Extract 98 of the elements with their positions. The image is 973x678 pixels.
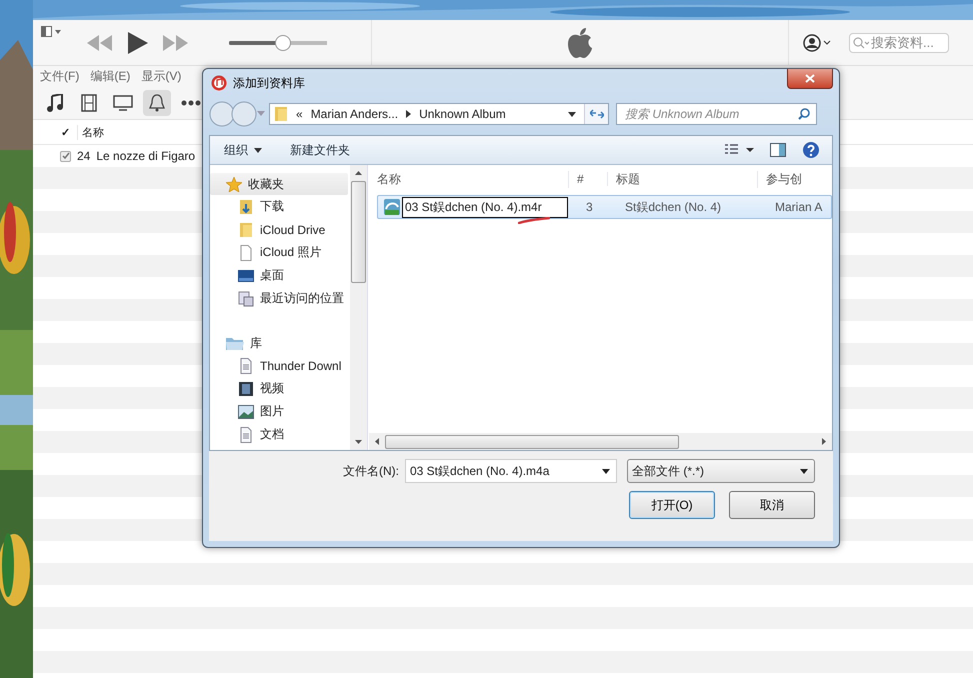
track-number: 3 xyxy=(585,200,594,214)
itunes-logo-icon xyxy=(211,75,227,91)
apple-logo-icon xyxy=(567,28,593,58)
nav-item-label: iCloud 照片 xyxy=(260,244,322,261)
search-field[interactable]: 搜索 Unknown Album xyxy=(616,103,817,125)
caret-icon xyxy=(254,148,262,152)
refresh-button[interactable] xyxy=(584,104,608,124)
nav-item-label: 下载 xyxy=(260,198,284,215)
nav-item[interactable]: 最近访问的位置 xyxy=(210,287,350,310)
file-name-field[interactable]: 03 St鋘dchen (No. 4).m4a xyxy=(405,459,617,483)
toolbar-button[interactable]: 组织 xyxy=(218,140,268,160)
vertical-scrollbar[interactable] xyxy=(350,165,367,450)
column-header[interactable]: 参与创 xyxy=(758,170,804,188)
file-type-dropdown[interactable]: 全部文件 (*.*) xyxy=(627,459,815,483)
nav-item[interactable]: 文档 xyxy=(210,423,350,446)
column-header[interactable]: ✓ xyxy=(61,126,73,138)
nav-item-label: iCloud Drive xyxy=(260,222,326,236)
open-button[interactable]: 打开(O) xyxy=(629,491,715,519)
account-icon[interactable] xyxy=(803,34,831,52)
horizontal-scrollbar[interactable] xyxy=(369,433,832,450)
nav-item-label: 文档 xyxy=(260,426,284,443)
scroll-down-arrow-icon[interactable] xyxy=(355,440,362,444)
file-name-label: 文件名(N): xyxy=(343,462,399,480)
search-icon xyxy=(853,36,869,48)
menu-item[interactable]: 显示(V) xyxy=(141,68,182,85)
dropdown-arrow-icon xyxy=(602,468,610,474)
nav-item[interactable]: 视频 xyxy=(210,377,350,400)
close-button[interactable] xyxy=(787,69,833,89)
breadcrumb-item[interactable]: Marian Anders... xyxy=(310,107,398,121)
column-header[interactable]: # xyxy=(569,172,608,186)
underline-mark xyxy=(518,217,550,224)
menu-item[interactable]: 文件(F) xyxy=(40,68,80,85)
document-icon xyxy=(238,426,254,442)
nav-group[interactable]: 收藏夹 xyxy=(210,173,348,195)
artist-name: Marian A xyxy=(774,200,824,214)
star-icon xyxy=(226,176,242,192)
nav-item[interactable]: Thunder Downl xyxy=(210,354,350,377)
nav-item-label: 最近访问的位置 xyxy=(260,290,344,307)
nav-item-label: Thunder Downl xyxy=(260,358,342,372)
nav-item[interactable]: 桌面 xyxy=(210,264,350,287)
track-number: 24 xyxy=(77,149,90,163)
nav-group-label: 库 xyxy=(250,334,262,352)
preview-pane-icon[interactable] xyxy=(770,143,786,157)
view-options-icon[interactable] xyxy=(724,144,754,156)
nav-item[interactable]: iCloud 照片 xyxy=(210,241,350,264)
play-icon[interactable] xyxy=(127,32,149,54)
chevron-right-icon xyxy=(406,110,412,118)
song-title: Le nozze di Figaro xyxy=(96,149,196,163)
nav-item[interactable]: 下载 xyxy=(210,195,350,218)
film-strip-icon xyxy=(238,380,254,396)
desktop-icon xyxy=(238,268,254,282)
media-tab[interactable] xyxy=(143,90,171,116)
dropdown-arrow-icon[interactable] xyxy=(568,112,576,116)
toolbar-button[interactable]: 新建文件夹 xyxy=(284,140,356,160)
nav-item-label: 视频 xyxy=(260,380,284,397)
search-field[interactable]: 搜索资料... xyxy=(849,32,949,52)
checkbox[interactable] xyxy=(60,150,71,162)
audio-file-icon xyxy=(384,199,400,215)
folder-icon xyxy=(226,336,244,350)
tv-icon xyxy=(113,95,133,111)
file-row[interactable]: 03 St鋘dchen (No. 4).m4r 3 St鋘dchen (No. 4) Marian A xyxy=(377,195,832,219)
refresh-icon xyxy=(590,108,604,120)
nav-item-label: 图片 xyxy=(260,403,284,420)
nav-group[interactable]: 库 xyxy=(210,332,348,354)
folder-icon xyxy=(274,106,288,122)
music-note-icon xyxy=(47,94,63,112)
bell-icon xyxy=(148,94,166,112)
scroll-up-arrow-icon[interactable] xyxy=(355,171,362,175)
close-icon xyxy=(805,74,815,83)
cancel-button[interactable]: 取消 xyxy=(729,491,815,519)
help-icon[interactable] xyxy=(802,141,820,159)
nav-group-label: 收藏夹 xyxy=(248,176,284,192)
film-icon xyxy=(81,94,97,112)
breadcrumb-item[interactable]: Unknown Album xyxy=(419,107,506,121)
dropdown-arrow-icon xyxy=(800,468,808,474)
document-icon xyxy=(238,358,254,374)
menu-item[interactable]: 编辑(E) xyxy=(90,68,130,85)
recent-places-icon xyxy=(238,290,254,306)
folder-icon xyxy=(238,222,254,238)
song-title: St鋘dchen (No. 4) xyxy=(624,198,722,216)
nav-item-label: 桌面 xyxy=(260,267,284,284)
scroll-right-arrow-icon[interactable] xyxy=(822,438,826,445)
more-icon xyxy=(181,100,201,106)
column-header[interactable]: 名称 xyxy=(369,170,569,188)
column-header[interactable]: 标题 xyxy=(608,170,758,188)
blank-page-icon xyxy=(238,244,254,260)
scroll-left-arrow-icon[interactable] xyxy=(375,438,379,445)
download-folder-icon xyxy=(238,198,254,214)
column-header[interactable]: 名称 xyxy=(77,124,104,140)
file-name[interactable]: 03 St鋘dchen (No. 4).m4r xyxy=(402,196,568,218)
nav-item[interactable]: 图片 xyxy=(210,400,350,423)
search-icon xyxy=(798,108,810,120)
sidebar-toggle-icon[interactable] xyxy=(41,26,63,38)
dialog-title: 添加到资料库 xyxy=(233,74,305,92)
nav-item[interactable]: iCloud Drive xyxy=(210,218,350,241)
image-icon xyxy=(238,404,254,418)
address-bar[interactable]: « Marian Anders... Unknown Album xyxy=(269,103,609,125)
breadcrumb-item[interactable]: « xyxy=(296,107,303,121)
